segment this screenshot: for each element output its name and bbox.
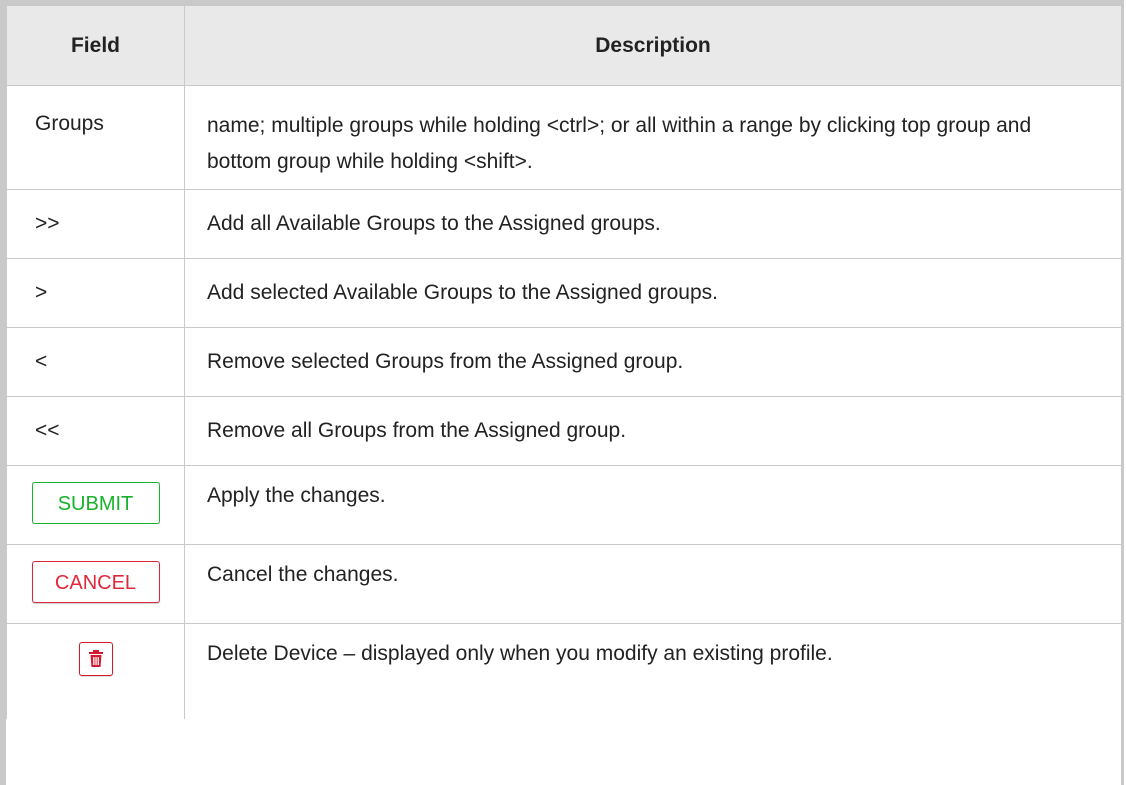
table-row: << Remove all Groups from the Assigned g… bbox=[6, 396, 1122, 466]
submit-button[interactable]: SUBMIT bbox=[31, 482, 160, 524]
table-row: SUBMIT Apply the changes. bbox=[6, 465, 1122, 545]
field-cell: >> bbox=[6, 189, 185, 259]
table-row: > Add selected Available Groups to the A… bbox=[6, 258, 1122, 328]
description-cell: name; multiple groups while holding <ctr… bbox=[184, 85, 1122, 190]
description-cell: Delete Device – displayed only when you … bbox=[184, 623, 1122, 719]
table-row: Groups name; multiple groups while holdi… bbox=[6, 85, 1122, 190]
field-cell: < bbox=[6, 327, 185, 397]
description-cell: Remove all Groups from the Assigned grou… bbox=[184, 396, 1122, 466]
description-cell: Cancel the changes. bbox=[184, 544, 1122, 624]
table-row: Delete Device – displayed only when you … bbox=[6, 623, 1122, 719]
description-cell: Add selected Available Groups to the Ass… bbox=[184, 258, 1122, 328]
table-row: >> Add all Available Groups to the Assig… bbox=[6, 189, 1122, 259]
table-row: CANCEL Cancel the changes. bbox=[6, 544, 1122, 624]
field-cell: << bbox=[6, 396, 185, 466]
cancel-button[interactable]: CANCEL bbox=[31, 561, 160, 603]
description-cell: Remove selected Groups from the Assigned… bbox=[184, 327, 1122, 397]
table-row: < Remove selected Groups from the Assign… bbox=[6, 327, 1122, 397]
field-description-table: Field Description Groups name; multiple … bbox=[6, 6, 1122, 719]
trash-icon bbox=[88, 650, 103, 667]
table-header-row: Field Description bbox=[6, 6, 1122, 86]
field-cell bbox=[6, 623, 185, 719]
description-cell: Add all Available Groups to the Assigned… bbox=[184, 189, 1122, 259]
field-cell: Groups bbox=[6, 85, 185, 190]
delete-button[interactable] bbox=[78, 642, 113, 676]
description-cell: Apply the changes. bbox=[184, 465, 1122, 545]
field-cell: CANCEL bbox=[6, 544, 185, 624]
field-cell: SUBMIT bbox=[6, 465, 185, 545]
header-description: Description bbox=[184, 6, 1122, 86]
header-field: Field bbox=[6, 6, 185, 86]
field-cell: > bbox=[6, 258, 185, 328]
